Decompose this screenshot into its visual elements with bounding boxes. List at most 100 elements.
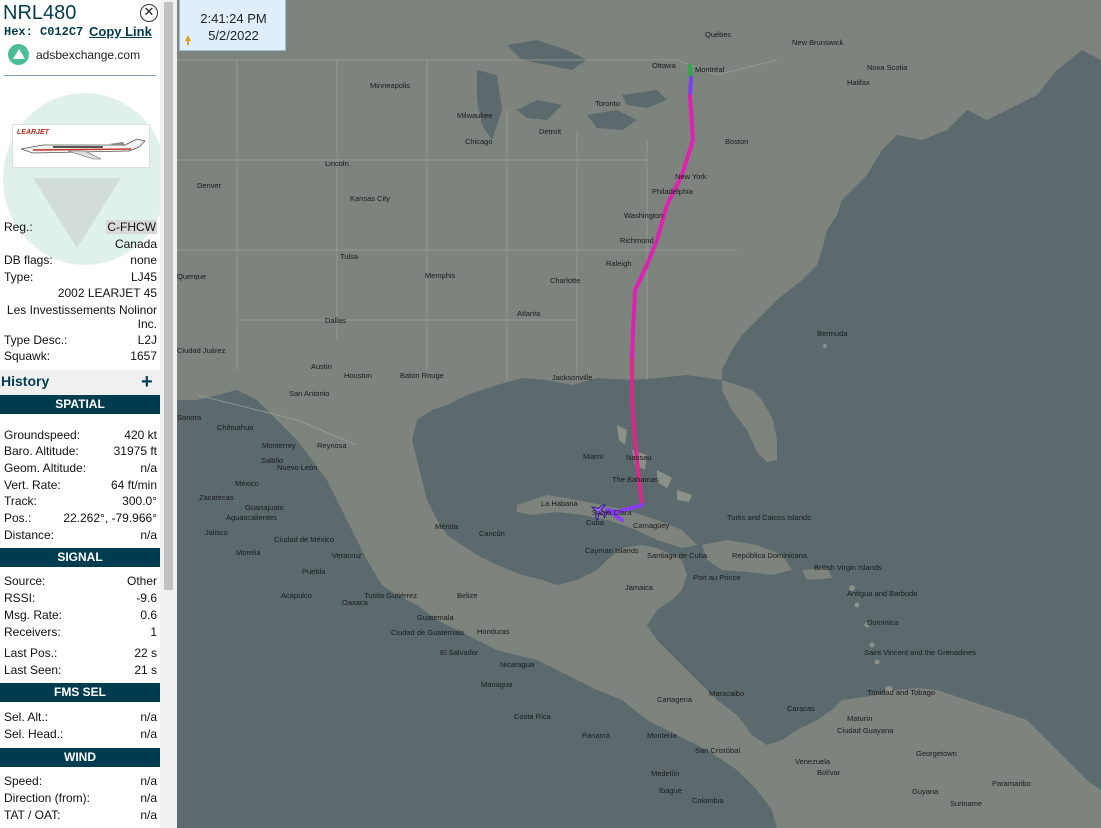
sidebar-scrollbar[interactable] <box>160 0 177 828</box>
map-label: Denver <box>197 181 222 190</box>
row-key: Geom. Altitude: <box>4 461 87 475</box>
hex-label: Hex: <box>4 25 33 39</box>
map-label: Raleigh <box>606 259 631 268</box>
map-label: Camagüey <box>633 521 670 530</box>
country-value: Canada <box>114 237 157 251</box>
row-key: Distance: <box>4 528 55 542</box>
row-key: Pos.: <box>4 511 32 525</box>
map-label: Guatemala <box>417 613 455 622</box>
map-label: Managua <box>481 680 513 689</box>
row-key: Baro. Altitude: <box>4 444 79 458</box>
map-label: Saint Vincent and the Grenadines <box>864 648 976 657</box>
map-label: Suriname <box>950 799 982 808</box>
hex-value: C012C7 <box>40 25 84 39</box>
map-label: Colombia <box>692 796 725 805</box>
map-label: Montería <box>647 731 677 740</box>
map-label: Halifax <box>847 78 870 87</box>
map-label: Nassau <box>626 453 651 462</box>
map-label: Venezuela <box>795 757 831 766</box>
map-label: New Brunswick <box>792 38 844 47</box>
row-value: n/a <box>140 461 157 475</box>
row-key: Source: <box>4 574 46 588</box>
row-value: n/a <box>140 710 157 724</box>
map-canvas[interactable]: Québec Montréal Ottawa Minneapolis Milwa… <box>177 0 1101 828</box>
row-value: 21 s <box>134 663 157 677</box>
detail-key: DB flags: <box>4 253 53 267</box>
map-label: Port au Prince <box>693 573 741 582</box>
map-label: Paramaribo <box>992 779 1031 788</box>
site-link[interactable]: adsbexchange.com <box>8 44 140 65</box>
row-key: Last Seen: <box>4 663 62 677</box>
map-label: Dominica <box>867 618 899 627</box>
row-value: -9.6 <box>136 591 157 605</box>
row-key: Vert. Rate: <box>4 478 61 492</box>
map-label: Charlotte <box>550 276 580 285</box>
aircraft-info-panel: NRL480 ✕ Hex: C012C7 Copy Link adsbexcha… <box>0 0 160 828</box>
map-label: Chihuahua <box>217 423 254 432</box>
map-label: Medellín <box>651 769 679 778</box>
map-label: Santa Clara <box>592 508 632 517</box>
row-value: 22 s <box>134 646 157 660</box>
map-label: Philadelphia <box>652 187 694 196</box>
map-view[interactable]: Québec Montréal Ottawa Minneapolis Milwa… <box>177 0 1101 828</box>
history-header[interactable]: History + <box>0 370 160 395</box>
row-value: 22.262°, -79.966° <box>63 511 157 525</box>
map-label: Veracruz <box>332 551 362 560</box>
map-label: Houston <box>344 371 372 380</box>
map-label: San Antonio <box>289 389 329 398</box>
row-value: 64 ft/min <box>110 478 157 492</box>
map-label: Maturín <box>847 714 872 723</box>
map-label: Ciudad Guayana <box>837 726 894 735</box>
map-label: Cartagena <box>657 695 693 704</box>
map-label: Atlanta <box>517 309 541 318</box>
model-value: 2002 LEARJET 45 <box>57 286 157 300</box>
site-name: adsbexchange.com <box>36 47 141 62</box>
owner-value-2: Inc. <box>137 317 157 331</box>
map-label: Québec <box>705 30 732 39</box>
close-icon[interactable]: ✕ <box>140 4 158 22</box>
map-label: La Habana <box>541 499 579 508</box>
row-value: n/a <box>140 727 157 741</box>
detail-key: Reg.: <box>4 220 33 234</box>
section-fms-sel: FMS SEL <box>0 683 160 702</box>
timestamp-date: 5/2/2022 <box>208 28 259 43</box>
plus-icon[interactable]: + <box>141 371 153 394</box>
map-label: Reynosa <box>317 441 347 450</box>
map-label: Guyana <box>912 787 939 796</box>
map-label: Turks and Caicos Islands <box>727 513 811 522</box>
row-value: n/a <box>140 774 157 788</box>
history-label: History <box>1 373 50 389</box>
map-label: Puebla <box>302 567 326 576</box>
map-label: Costa Rica <box>514 712 552 721</box>
map-label: The Bahamas <box>612 475 659 484</box>
row-key: Direction (from): <box>4 791 91 805</box>
row-value: 300.0° <box>122 494 157 508</box>
aircraft-photo[interactable]: LEARJET <box>12 124 150 168</box>
map-label: Sonora <box>177 413 202 422</box>
map-label: Querque <box>177 272 206 281</box>
row-key: Msg. Rate: <box>4 608 63 622</box>
map-label: Nicaragua <box>500 660 535 669</box>
owner-value: Les Investissements Nolinor <box>6 303 157 317</box>
track-segment <box>688 76 693 98</box>
map-label: Ottawa <box>652 61 677 70</box>
plane-silhouette-icon <box>33 178 121 248</box>
map-label: Honduras <box>477 627 510 636</box>
scrollbar-thumb[interactable] <box>164 2 173 590</box>
adsbexchange-logo-icon <box>8 44 29 65</box>
row-value: 1 <box>150 625 157 639</box>
map-label: Guanajuato <box>245 503 284 512</box>
map-label: Maracaibo <box>709 689 744 698</box>
map-label: Belize <box>457 591 477 600</box>
map-label: Washington <box>624 211 663 220</box>
map-label: Cancún <box>479 529 505 538</box>
detail-value: none <box>130 253 157 267</box>
section-signal: SIGNAL <box>0 548 160 567</box>
copy-link[interactable]: Copy Link <box>89 24 152 39</box>
map-label: Oaxaca <box>342 598 369 607</box>
registration-value[interactable]: C-FHCW <box>106 220 157 234</box>
land-bermuda <box>823 344 827 348</box>
hex-row: Hex: C012C7 <box>4 25 83 39</box>
map-label: Acapulco <box>281 591 312 600</box>
timestamp-box: 2:41:24 PM 5/2/2022 <box>179 0 286 51</box>
